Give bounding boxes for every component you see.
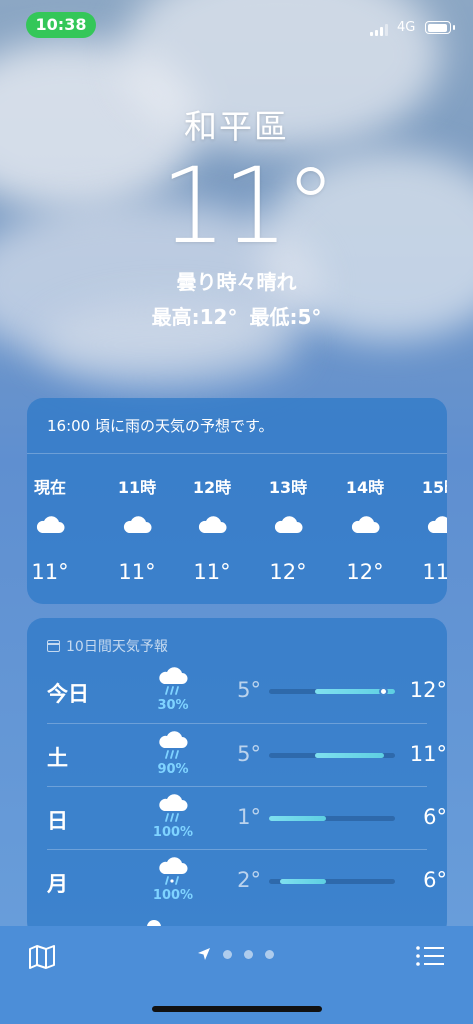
hour-label: 現在 xyxy=(33,478,66,497)
home-indicator[interactable] xyxy=(152,1006,322,1012)
current-temperature: 11° xyxy=(160,145,336,267)
hour-temp: 11° xyxy=(193,560,231,584)
hourly-item: 11時 11° xyxy=(107,474,167,584)
low-temp: 1° xyxy=(237,805,261,829)
hour-label: 13時 xyxy=(268,478,308,497)
cloud-rain-icon xyxy=(155,666,191,696)
daily-row[interactable]: 土 90% 5° 11° xyxy=(47,723,447,786)
daily-list: 今日 30% 5° 12° 土 90% 5° 11° 日 100% 1° 6° 月 100% 2° 6° xyxy=(27,660,447,912)
day-name: 月 xyxy=(47,872,68,896)
temp-range-bar xyxy=(269,687,395,696)
day-name: 土 xyxy=(47,746,68,770)
high-low: 最高:12° 最低:5° xyxy=(0,301,473,330)
high-temp: 12° xyxy=(409,678,447,702)
low-temp: 最低:5° xyxy=(249,305,322,329)
hourly-item: 13時 12° xyxy=(258,474,318,584)
cloud-icon xyxy=(182,514,242,540)
daily-header: 10日間天気予報 xyxy=(27,618,447,660)
status-bar: 10:38 4G xyxy=(0,0,473,48)
daily-row[interactable]: 月 100% 2° 6° xyxy=(47,849,447,912)
daily-row[interactable]: 今日 30% 5° 12° xyxy=(47,660,447,723)
hour-temp: 11° xyxy=(118,560,156,584)
location-arrow-icon xyxy=(198,948,210,960)
calendar-icon xyxy=(47,640,60,652)
low-temp: 5° xyxy=(237,678,261,702)
current-weather: 和平區 11° 曇り時々晴れ 最高:12° 最低:5° xyxy=(0,100,473,330)
hourly-forecast-card[interactable]: 16:00 頃に雨の天気の予想です。 現在 11° 11時 11° 12時 11° 13時 1… xyxy=(27,398,447,604)
day-name: 今日 xyxy=(47,682,89,706)
cloud-rain-icon xyxy=(155,793,191,823)
cloud-icon xyxy=(107,514,167,540)
low-temp: 5° xyxy=(237,742,261,766)
high-temp: 6° xyxy=(423,805,447,829)
hourly-item: 現在 11° xyxy=(27,474,80,584)
hour-temp: 11° xyxy=(31,560,69,584)
hour-label: 15時 xyxy=(421,478,447,497)
hour-label: 11時 xyxy=(117,478,157,497)
hour-temp: 11° xyxy=(422,560,447,584)
precip-chance: 30% xyxy=(157,698,189,713)
network-type: 4G xyxy=(397,20,416,35)
hour-label: 14時 xyxy=(345,478,385,497)
page-dot[interactable] xyxy=(223,949,232,959)
cloud-rain-icon xyxy=(155,730,191,760)
daily-header-label: 10日間天気予報 xyxy=(66,639,168,655)
day-name: 日 xyxy=(47,809,68,833)
page-dot[interactable] xyxy=(265,949,274,959)
precip-chance: 90% xyxy=(157,762,189,777)
cloud-icon xyxy=(258,514,318,540)
high-temp: 最高:12° xyxy=(151,305,238,329)
high-temp: 11° xyxy=(409,742,447,766)
temp-range-bar xyxy=(269,879,395,884)
precip-chance: 100% xyxy=(152,888,194,903)
temp-range-bar xyxy=(269,753,395,758)
cloud-icon xyxy=(335,514,395,540)
hour-temp: 12° xyxy=(269,560,307,584)
daily-row[interactable]: 日 100% 1° 6° xyxy=(47,786,447,849)
map-icon[interactable] xyxy=(28,944,56,970)
cloud-icon xyxy=(27,514,80,540)
hourly-item: 15時 11° xyxy=(411,474,447,584)
daily-forecast-card[interactable]: 10日間天気予報 今日 30% 5° 12° 土 90% 5° 11° 日 100% 1° 6° 月 10… xyxy=(27,618,447,938)
hour-temp: 12° xyxy=(346,560,384,584)
page-dot[interactable] xyxy=(244,949,253,959)
precip-chance: 100% xyxy=(152,825,194,840)
hourly-summary: 16:00 頃に雨の天気の予想です。 xyxy=(27,398,447,454)
hourly-scroll[interactable]: 現在 11° 11時 11° 12時 11° 13時 12° 14時 12° 15時 11° xyxy=(27,454,447,604)
low-temp: 2° xyxy=(237,868,261,892)
status-time[interactable]: 10:38 xyxy=(26,12,96,38)
hour-label: 12時 xyxy=(192,478,232,497)
condition-text: 曇り時々晴れ xyxy=(176,270,297,294)
page-indicator[interactable] xyxy=(197,947,274,961)
high-temp: 6° xyxy=(423,868,447,892)
hourly-item: 12時 11° xyxy=(182,474,242,584)
battery-icon xyxy=(425,21,455,34)
hourly-item: 14時 12° xyxy=(335,474,395,584)
cloud-sleet-icon xyxy=(155,856,191,886)
cloud-icon xyxy=(411,514,447,540)
list-icon[interactable] xyxy=(415,944,445,968)
signal-icon xyxy=(370,24,390,36)
temp-range-bar xyxy=(269,816,395,821)
location-name: 和平區 xyxy=(184,107,289,146)
